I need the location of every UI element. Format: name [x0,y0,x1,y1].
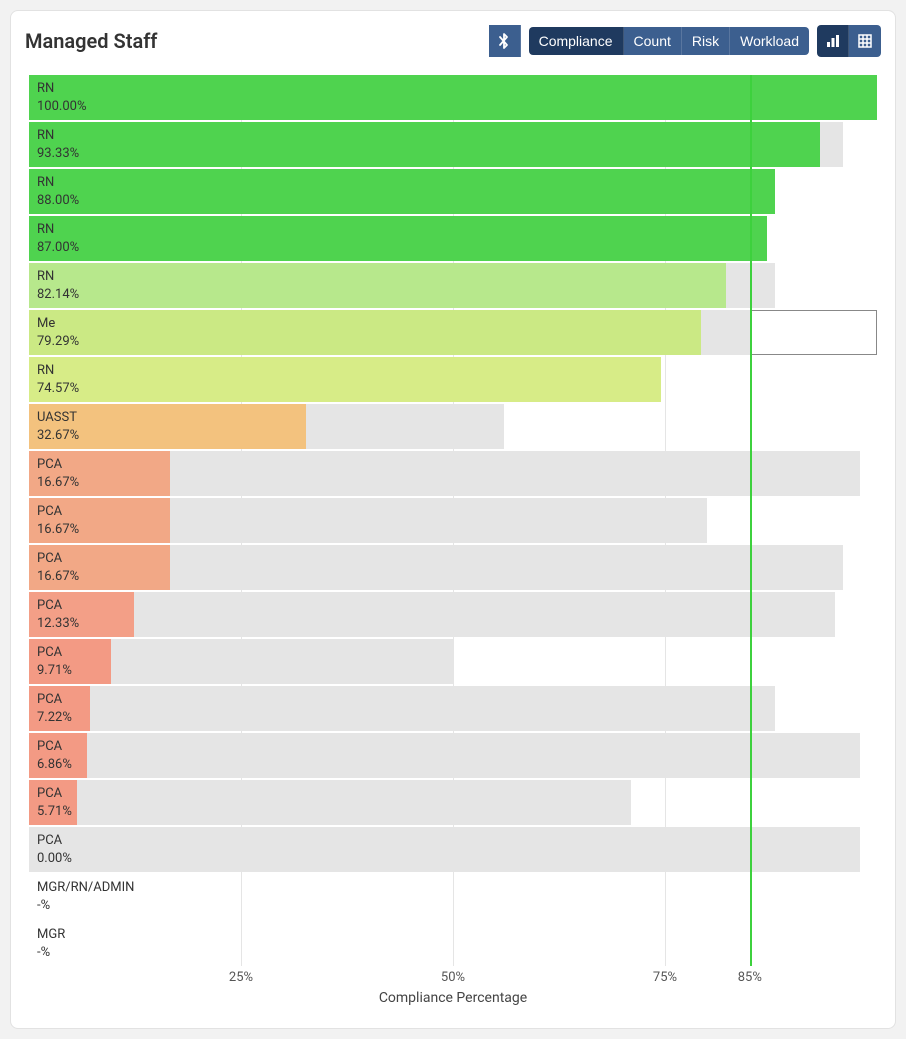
bar-fill [29,357,661,402]
bar-background [29,686,775,731]
bar-role: MGR [37,926,65,944]
bar-fill [29,310,701,355]
bar-percent: -% [37,944,65,962]
card-title: Managed Staff [25,29,157,53]
x-axis-label: Compliance Percentage [379,990,527,1006]
view-mode-group [817,25,881,57]
bar-fill [29,733,87,778]
bar-fill [29,122,820,167]
tab-workload[interactable]: Workload [730,27,809,55]
bar-background [29,592,835,637]
tab-count[interactable]: Count [624,27,682,55]
bar-fill [29,451,170,496]
bar-fill [29,404,306,449]
x-tick: 25% [229,970,253,985]
x-axis: Compliance Percentage 25% 50% 75% 85% [29,970,877,1010]
bar-fill [29,780,77,825]
table-icon [857,33,873,49]
bar-fill [29,216,767,261]
card-header: Managed Staff Compliance Count Risk Work… [25,25,881,57]
bar-percent: -% [37,897,134,915]
header-controls: Compliance Count Risk Workload [489,25,881,57]
bar-background [29,780,631,825]
chart-view-button[interactable] [817,25,849,57]
x-tick: 75% [653,970,677,985]
bar-background [29,733,860,778]
tab-compliance[interactable]: Compliance [529,27,624,55]
x-tick: 50% [441,970,465,985]
bar-fill [29,169,775,214]
bar-chart: RN100.00%RN93.33%RN88.00%RN87.00%RN82.14… [29,75,877,966]
bar-fill [29,592,134,637]
managed-staff-card: Managed Staff Compliance Count Risk Work… [10,10,896,1029]
bar-background [29,827,860,872]
tab-risk[interactable]: Risk [682,27,730,55]
bluetooth-icon [497,32,511,50]
bar-label: MGR-% [37,926,65,961]
bar-fill [29,498,170,543]
bar-fill [29,545,170,590]
bar-fill [29,263,726,308]
metric-tabs: Compliance Count Risk Workload [529,27,809,55]
threshold-line [750,75,752,966]
bluetooth-button[interactable] [489,25,521,57]
table-view-button[interactable] [849,25,881,57]
bar-fill [29,686,90,731]
bar-label: MGR/RN/ADMIN-% [37,879,134,914]
x-tick: 85% [738,970,762,985]
chart-icon [825,33,841,49]
bar-role: MGR/RN/ADMIN [37,879,134,897]
bar-fill [29,639,111,684]
chart-container: RN100.00%RN93.33%RN88.00%RN87.00%RN82.14… [25,75,881,1010]
